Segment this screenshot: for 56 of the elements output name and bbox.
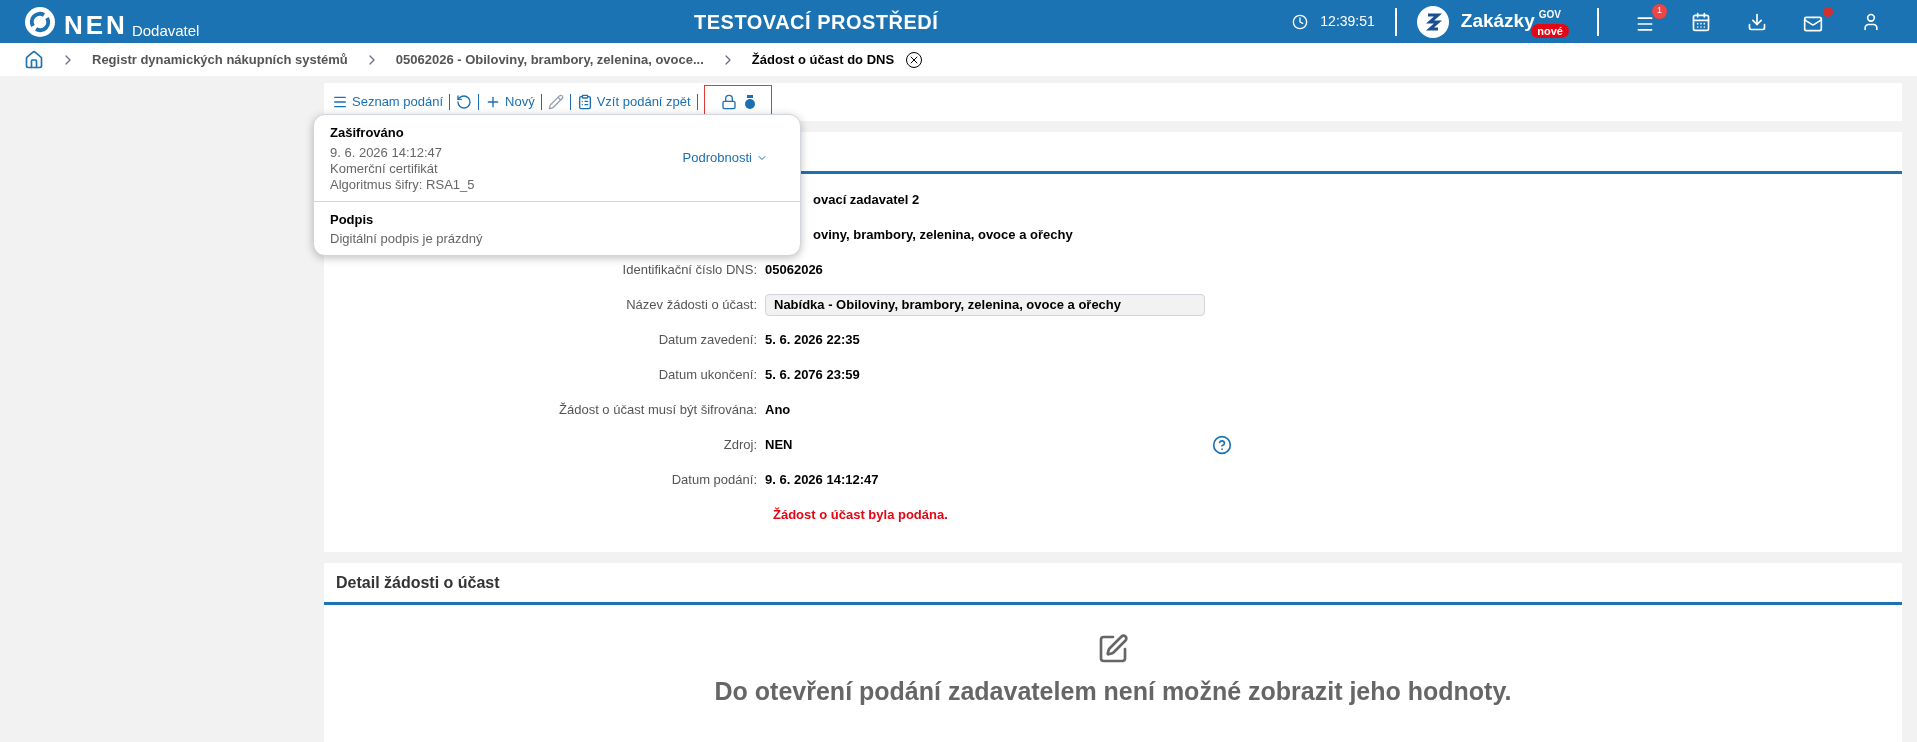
refresh-icon xyxy=(456,94,473,110)
new-badge: nové xyxy=(1531,24,1569,39)
logo-icon xyxy=(24,5,56,38)
menu-icon xyxy=(332,94,348,110)
notification-badge: 1 xyxy=(1652,3,1667,19)
field-label: Žádost o účast musí být šifrována: xyxy=(559,400,757,419)
field-value: 05062026 xyxy=(765,260,823,279)
field-label: Název žádosti o účast: xyxy=(626,295,757,314)
clock-icon xyxy=(1292,13,1309,30)
breadcrumb-item[interactable]: Žádost o účast do DNS xyxy=(751,49,895,70)
field-label: Identifikační číslo DNS: xyxy=(622,260,757,279)
field-value: NEN xyxy=(765,435,793,454)
field-value: ovací zadavatel 2 xyxy=(812,190,920,209)
brand-logo-icon xyxy=(1416,5,1449,38)
seal-icon xyxy=(744,95,755,109)
field-value: Ano xyxy=(765,400,791,419)
brand-superscript: GOV xyxy=(1538,8,1561,23)
popover-line: Digitální podpis je prázdný xyxy=(330,231,484,247)
home-icon[interactable] xyxy=(24,49,44,70)
clipboard-icon xyxy=(576,94,593,110)
edit-icon xyxy=(1097,633,1129,665)
lock-icon xyxy=(720,94,737,110)
breadcrumb-item[interactable]: 05062026 - Obiloviny, brambory, zelenina, ovoce... xyxy=(395,49,704,70)
logo-text: NEN xyxy=(64,11,128,38)
details-link[interactable]: Podrobnosti xyxy=(682,148,768,168)
field-value: 9. 6. 2026 14:12:47 xyxy=(765,470,879,489)
field-label: Datum zavedení: xyxy=(658,330,757,349)
toolbar-button[interactable] xyxy=(456,94,473,110)
popover-line: 9. 6. 2026 14:12:47 xyxy=(330,144,444,161)
environment-title: TESTOVACÍ PROSTŘEDÍ xyxy=(694,9,939,35)
toolbar-button[interactable]: Nový xyxy=(485,92,535,112)
help-icon[interactable] xyxy=(1212,434,1233,455)
popover-section-title: Podpis xyxy=(330,210,375,229)
popover-line: Komerční certifikát xyxy=(330,160,439,177)
clock-time: 12:39:51 xyxy=(1320,12,1375,31)
text-field[interactable]: Nabídka - Obiloviny, brambory, zelenina, ovoce a ořechy xyxy=(765,293,1205,316)
logo-subtitle: Dodavatel xyxy=(131,22,200,38)
download-icon[interactable] xyxy=(1747,11,1767,32)
popover-line: Algoritmus šifry: RSA1_5 xyxy=(330,176,476,193)
field-value: oviny, brambory, zelenina, ovoce a ořechy xyxy=(812,225,1073,244)
calendar-icon[interactable] xyxy=(1691,11,1711,32)
user-icon[interactable] xyxy=(1861,11,1881,32)
popover-section-title: Zašifrováno xyxy=(330,124,405,142)
field-value: 5. 6. 2026 22:35 xyxy=(765,330,860,349)
status-message: Žádost o účast byla podána. xyxy=(773,505,948,524)
field-label: Datum podání: xyxy=(671,470,757,489)
section-title: Detail žádosti o účast xyxy=(336,572,500,593)
breadcrumb-item[interactable]: Registr dynamických nákupních systémů xyxy=(92,49,348,70)
pencil-icon xyxy=(547,94,564,110)
toolbar-button[interactable]: Seznam podání xyxy=(332,92,444,112)
field-value: 5. 6. 2076 23:59 xyxy=(765,365,860,384)
menu-button[interactable]: 1 xyxy=(1623,3,1667,40)
field-label: Datum ukončení: xyxy=(658,365,757,384)
field-label: Zdroj: xyxy=(723,435,757,454)
info-message: Do otevření podání zadavatelem není možné zobrazit jeho hodnoty. xyxy=(714,676,1512,707)
toolbar-button[interactable]: Vzít podání zpět xyxy=(576,92,691,112)
